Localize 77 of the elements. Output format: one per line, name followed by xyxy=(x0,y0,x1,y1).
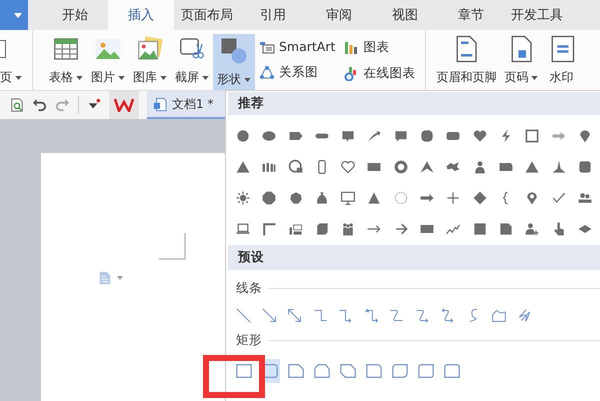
app-menu-button[interactable] xyxy=(0,0,28,30)
ribbon-button[interactable]: 页码 xyxy=(500,30,542,90)
ribbon-tab[interactable]: 章节 xyxy=(438,0,504,30)
heptagon-icon[interactable] xyxy=(288,190,304,206)
freeform-icon[interactable] xyxy=(490,307,507,324)
rectangle-icon xyxy=(234,362,252,380)
ribbon-button[interactable]: 页 xyxy=(0,30,33,90)
circle-icon[interactable] xyxy=(235,128,251,144)
caret-icon[interactable] xyxy=(117,276,123,280)
print-preview-icon[interactable] xyxy=(10,97,24,113)
curved-double-arrow-icon[interactable] xyxy=(439,307,456,324)
ribbon-button[interactable]: 表格 xyxy=(45,30,87,90)
curved-arrow-connector-icon[interactable] xyxy=(414,307,430,324)
highlight-frame xyxy=(203,355,265,398)
ribbon-button[interactable]: 截屏 xyxy=(171,30,213,90)
ribbon-tab[interactable]: 开始 xyxy=(42,0,108,30)
document-icon xyxy=(153,96,167,112)
peak-icon[interactable] xyxy=(550,159,567,175)
octagon-icon[interactable] xyxy=(261,190,278,206)
laptop-icon[interactable] xyxy=(235,221,251,237)
ribbon-button[interactable]: 图库 xyxy=(129,30,171,90)
dashed-circle-icon[interactable] xyxy=(392,190,409,206)
ribbon-button[interactable]: 图表 xyxy=(343,38,416,56)
monitor-icon[interactable] xyxy=(340,190,356,206)
tool-icon xyxy=(343,39,360,55)
double-arrow-line-icon[interactable] xyxy=(286,307,303,324)
ribbon-button[interactable]: 水印 xyxy=(542,30,580,90)
arrowhead-icon[interactable] xyxy=(419,159,436,175)
arrow-line-icon[interactable] xyxy=(260,307,278,324)
square-frame-icon[interactable] xyxy=(524,128,540,144)
ribbon-tab[interactable]: 页面布局 xyxy=(174,0,240,30)
tool-icon xyxy=(259,64,275,81)
ribbon-tab[interactable]: 开发工具 xyxy=(504,0,570,30)
add-user-icon[interactable] xyxy=(524,221,540,237)
ribbon-button[interactable]: 关系图 xyxy=(259,64,336,82)
ribbon-button[interactable]: 在线图表 xyxy=(343,64,416,82)
w-logo-icon xyxy=(114,98,134,112)
ribbon-tab[interactable]: 视图 xyxy=(372,0,438,30)
rounded-square-icon[interactable] xyxy=(576,159,593,175)
ribbon-button[interactable]: SmartArt xyxy=(259,38,336,55)
ribbon-button[interactable]: 图片 xyxy=(87,30,129,90)
section-header: 推荐 xyxy=(228,92,600,115)
ring-icon[interactable] xyxy=(392,159,409,175)
triangle-icon[interactable] xyxy=(524,159,540,175)
heart-icon[interactable] xyxy=(472,128,488,144)
elbow-connector-icon[interactable] xyxy=(312,307,328,324)
tool-icon xyxy=(219,36,249,66)
callout-icon[interactable] xyxy=(392,128,409,144)
ribbon-tab[interactable]: 引用 xyxy=(240,0,306,30)
margin-corner-mark xyxy=(159,233,186,260)
square-icon[interactable] xyxy=(472,221,488,237)
rounded-corner-rectangle-icon xyxy=(416,362,434,380)
triangle-icon[interactable] xyxy=(366,190,382,206)
rounded-corner-rectangle-icon xyxy=(364,362,382,380)
rounded-corner-rectangle-icon xyxy=(442,362,460,380)
ribbon-tab[interactable]: 审阅 xyxy=(306,0,372,30)
section-header: 预设 xyxy=(228,245,600,270)
undo-icon[interactable] xyxy=(32,98,47,112)
rounded-square-icon[interactable] xyxy=(419,128,436,144)
heart-outline-icon[interactable] xyxy=(340,159,356,175)
oval-icon[interactable] xyxy=(261,128,278,144)
elbow-double-arrow-icon[interactable] xyxy=(362,307,380,324)
diamond-icon[interactable] xyxy=(472,190,488,206)
triangle-icon[interactable] xyxy=(235,159,251,175)
category-label: 线条 xyxy=(236,280,262,297)
callout-icon[interactable] xyxy=(340,128,356,144)
plus-icon[interactable] xyxy=(445,190,462,206)
elbow-arrow-connector-icon[interactable] xyxy=(337,307,354,324)
wps-logo-button[interactable] xyxy=(109,91,139,119)
line-icon[interactable] xyxy=(235,307,252,324)
caret-icon xyxy=(14,12,22,18)
corner-icon[interactable] xyxy=(261,221,278,237)
curved-connector-icon[interactable] xyxy=(388,307,405,324)
category-label: 矩形 xyxy=(236,332,262,349)
sun-icon[interactable] xyxy=(235,190,251,206)
ribbon-tab[interactable]: 插入 xyxy=(108,0,174,30)
ribbon-button[interactable]: 形状 xyxy=(213,34,255,90)
